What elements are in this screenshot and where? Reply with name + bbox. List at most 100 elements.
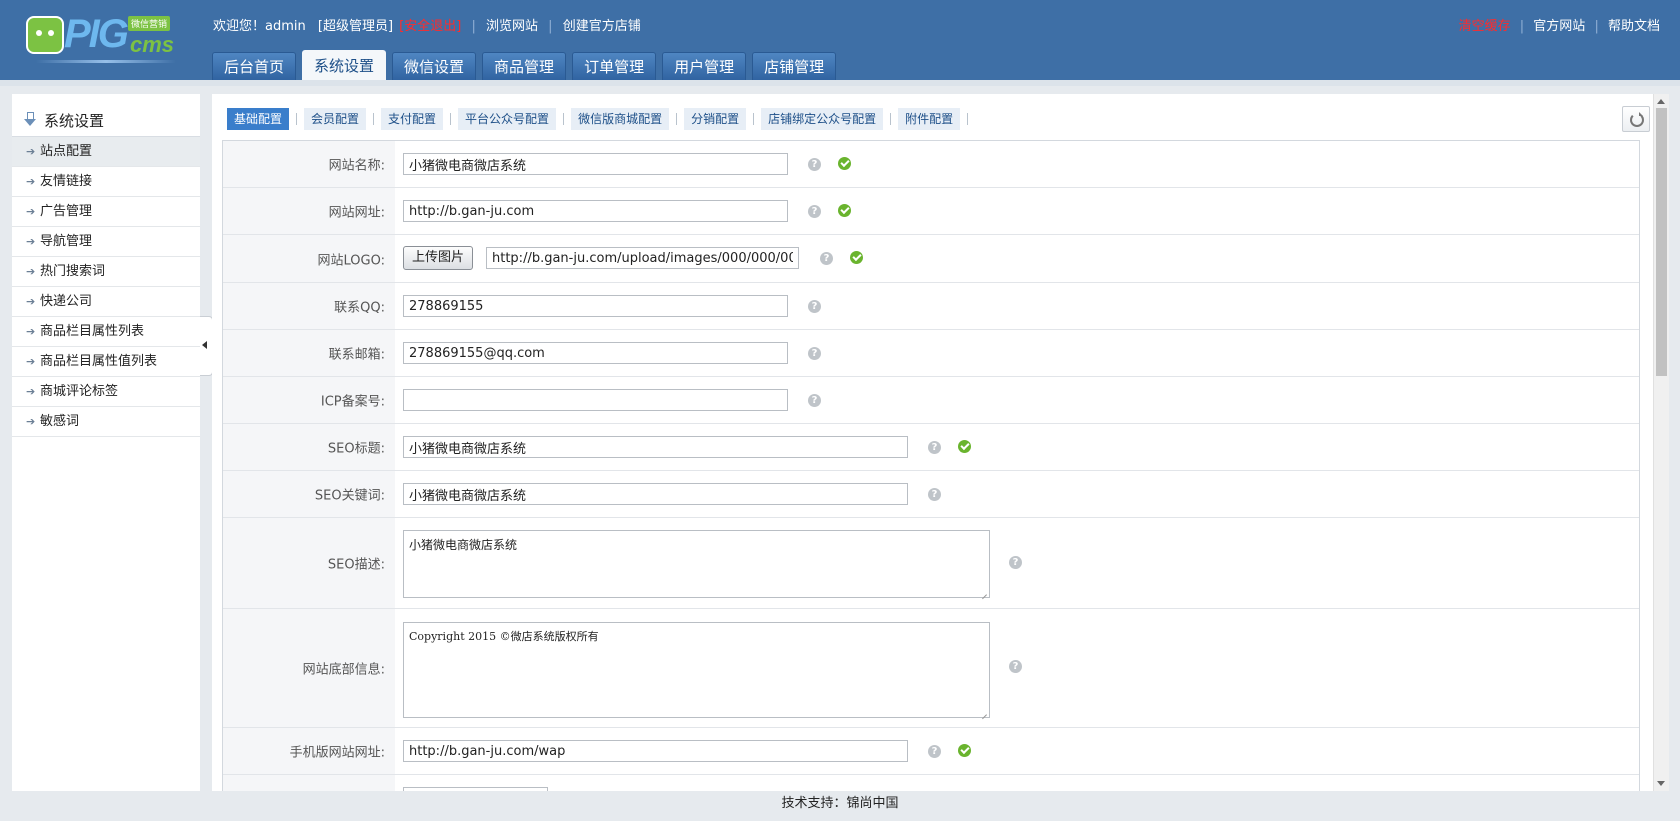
sidebar-item-comment-tags[interactable]: ➔ 商城评论标签 — [12, 377, 200, 407]
scrollbar-thumb[interactable] — [1656, 108, 1667, 376]
nav-tab-users[interactable]: 用户管理 — [662, 52, 747, 81]
form-row-site-url: 网站网址: ? — [223, 188, 1639, 235]
help-icon[interactable]: ? — [1009, 660, 1022, 673]
field-label: 手机版网站网址: — [223, 728, 395, 774]
sidebar-item-express[interactable]: ➔ 快递公司 — [12, 287, 200, 317]
logo-shine — [36, 60, 176, 63]
help-icon[interactable]: ? — [1009, 556, 1022, 569]
role-label: [超级管理员] — [317, 19, 394, 34]
seo-title-input[interactable] — [403, 436, 908, 458]
arrow-bullet-icon: ➔ — [26, 325, 36, 338]
nav-tab-system-settings[interactable]: 系统设置 — [302, 50, 387, 81]
arrow-bullet-icon: ➔ — [26, 145, 36, 158]
sidebar-item-site-config[interactable]: ➔ 站点配置 — [12, 137, 200, 167]
field-label: ICP备案号: — [223, 377, 395, 423]
help-icon[interactable]: ? — [808, 205, 821, 218]
check-icon — [850, 251, 863, 264]
help-icon[interactable]: ? — [808, 347, 821, 360]
divider — [890, 113, 892, 125]
divider — [373, 113, 375, 125]
pigcms-logo[interactable]: PIG 微信营销 cms — [26, 12, 176, 68]
arrow-bullet-icon: ➔ — [26, 355, 36, 368]
sidebar-title: 系统设置 — [22, 110, 104, 131]
nav-tab-products[interactable]: 商品管理 — [482, 52, 567, 81]
help-docs-link[interactable]: 帮助文档 — [1608, 19, 1660, 34]
logout-link[interactable]: [安全退出] — [399, 17, 461, 37]
seo-description-textarea[interactable]: 小猪微电商微店系统 — [403, 530, 990, 598]
subtab-distribution[interactable]: 分销配置 — [684, 108, 747, 130]
divider — [967, 113, 969, 125]
sidebar: 系统设置 ➔ 站点配置 ➔ 友情链接 ➔ 广告管理 ➔ 导航管理 ➔ 热门搜索词 ➔ 快递公… — [12, 94, 200, 791]
form-row-icp: ICP备案号: ? — [223, 377, 1639, 424]
upload-image-button[interactable]: 上传图片 — [403, 246, 474, 270]
nav-tab-stores[interactable]: 店铺管理 — [752, 52, 837, 81]
subtab-basic[interactable]: 基础配置 — [227, 108, 290, 130]
arrow-bullet-icon: ➔ — [26, 385, 36, 398]
icp-input[interactable] — [403, 389, 788, 411]
sidebar-item-category-attrs[interactable]: ➔ 商品栏目属性列表 — [12, 317, 200, 347]
help-icon[interactable]: ? — [808, 158, 821, 171]
sidebar-item-hot-search[interactable]: ➔ 热门搜索词 — [12, 257, 200, 287]
sidebar-item-friend-links[interactable]: ➔ 友情链接 — [12, 167, 200, 197]
create-store-link[interactable]: 创建官方店铺 — [563, 17, 641, 37]
help-icon[interactable]: ? — [928, 441, 941, 454]
site-config-form: 网站名称: ? 网站网址: ? 网站LOGO: 上传图片 ? — [222, 140, 1640, 791]
sidebar-item-label: 热门搜索词 — [40, 264, 106, 279]
arrow-bullet-icon: ➔ — [26, 205, 36, 218]
subtab-platform-mp[interactable]: 平台公众号配置 — [458, 108, 557, 130]
subtab-payment[interactable]: 支付配置 — [381, 108, 444, 130]
site-name-input[interactable] — [403, 153, 788, 175]
sidebar-item-navigation[interactable]: ➔ 导航管理 — [12, 227, 200, 257]
site-logo-url-input[interactable] — [486, 247, 799, 269]
nav-tab-wechat-settings[interactable]: 微信设置 — [392, 52, 477, 81]
page-scrollbar[interactable] — [1653, 94, 1669, 791]
sidebar-item-label: 站点配置 — [40, 144, 93, 159]
check-icon — [958, 440, 971, 453]
sidebar-item-sensitive-words[interactable]: ➔ 敏感词 — [12, 407, 200, 437]
logo-suffix: cms — [130, 32, 175, 57]
clear-cache-link[interactable]: 清空缓存 — [1459, 19, 1511, 34]
nav-tab-home[interactable]: 后台首页 — [212, 52, 297, 81]
help-icon[interactable]: ? — [808, 300, 821, 313]
sidebar-title-text: 系统设置 — [44, 112, 105, 130]
down-arrow-icon — [22, 112, 38, 128]
logo-text: PIG — [64, 12, 129, 56]
refresh-icon[interactable] — [1622, 106, 1650, 132]
mobile-url-input[interactable] — [403, 740, 908, 762]
resize-grip-icon[interactable] — [980, 708, 988, 716]
scroll-up-icon[interactable] — [1657, 99, 1665, 104]
field-label: SEO标题: — [223, 424, 395, 470]
contact-email-input[interactable] — [403, 342, 788, 364]
seo-keywords-input[interactable] — [403, 483, 908, 505]
subtab-member[interactable]: 会员配置 — [304, 108, 367, 130]
welcome-text: 欢迎您！admin — [213, 19, 306, 34]
sidebar-item-category-attr-values[interactable]: ➔ 商品栏目属性值列表 — [12, 347, 200, 377]
help-icon[interactable]: ? — [928, 488, 941, 501]
form-row-contact-email: 联系邮箱: ? — [223, 330, 1639, 377]
contact-qq-input[interactable] — [403, 295, 788, 317]
page-footer: 技术支持：锦尚中国 — [0, 791, 1680, 821]
resize-grip-icon[interactable] — [980, 588, 988, 596]
header-divider — [0, 80, 1680, 86]
browse-site-link[interactable]: 浏览网站 — [486, 17, 538, 37]
nav-tab-orders[interactable]: 订单管理 — [572, 52, 657, 81]
site-url-input[interactable] — [403, 200, 788, 222]
main-content: 基础配置 会员配置 支付配置 平台公众号配置 微信版商城配置 分销配置 店铺绑定公众号配置附… — [212, 94, 1653, 791]
sidebar-item-ads[interactable]: ➔ 广告管理 — [12, 197, 200, 227]
help-icon[interactable]: ? — [928, 745, 941, 758]
sidebar-item-label: 敏感词 — [40, 414, 80, 429]
check-icon — [958, 744, 971, 757]
scroll-down-icon[interactable] — [1657, 781, 1665, 786]
subtab-store-mp-binding[interactable]: 店铺绑定公众号配置 — [761, 108, 884, 130]
footer-info-textarea[interactable]: Copyright 2015 ©微店系统版权所有 — [403, 622, 990, 718]
subtab-wechat-mall[interactable]: 微信版商城配置 — [571, 108, 670, 130]
official-site-link[interactable]: 官方网站 — [1533, 19, 1585, 34]
field-label: 联系QQ: — [223, 283, 395, 329]
help-icon[interactable]: ? — [820, 252, 833, 265]
check-icon — [838, 204, 851, 217]
sidebar-item-label: 快递公司 — [40, 294, 93, 309]
help-icon[interactable]: ? — [808, 394, 821, 407]
subtab-attachment[interactable]: 附件配置 — [898, 108, 961, 130]
form-row-seo-description: SEO描述: 小猪微电商微店系统 ? — [223, 518, 1639, 609]
divider — [296, 113, 298, 125]
